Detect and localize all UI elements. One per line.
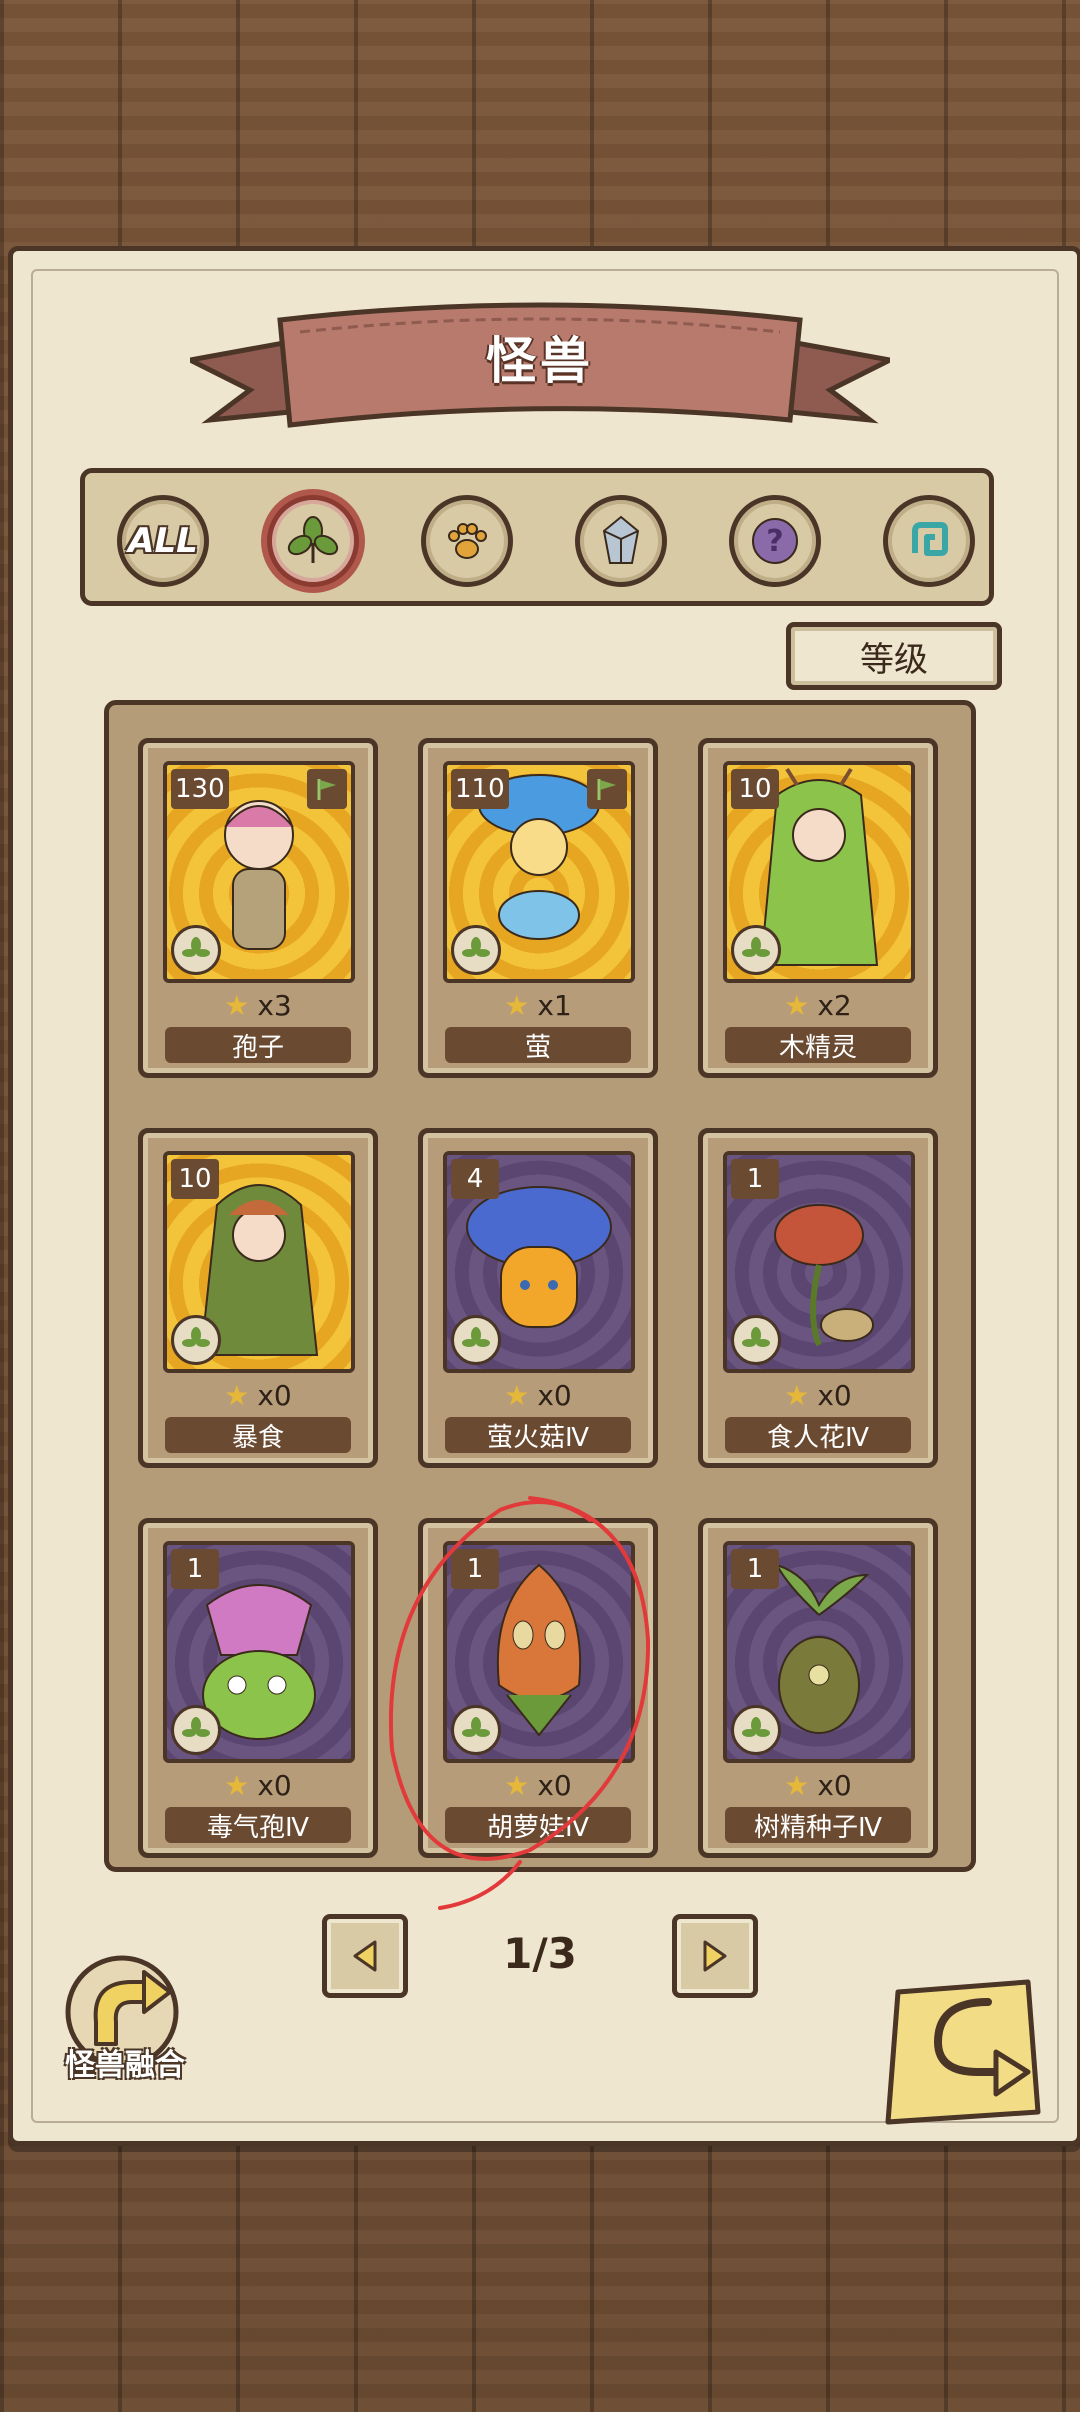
star-count-value: x0 bbox=[257, 1768, 292, 1802]
star-count-value: x0 bbox=[817, 1768, 852, 1802]
monster-card[interactable]: 1 ★ x0 胡萝娃Ⅳ bbox=[418, 1518, 658, 1858]
monster-card[interactable]: 1 ★ x0 食人花Ⅳ bbox=[698, 1128, 938, 1468]
next-page-button[interactable] bbox=[672, 1914, 758, 1998]
star-count-value: x2 bbox=[817, 988, 852, 1022]
star-count: ★ x1 bbox=[423, 987, 653, 1023]
star-icon: ★ bbox=[784, 1378, 810, 1412]
star-count: ★ x0 bbox=[423, 1767, 653, 1803]
level-badge: 130 bbox=[171, 769, 229, 809]
filter-mineral-button[interactable] bbox=[575, 495, 667, 587]
plant-type-icon bbox=[731, 1315, 781, 1365]
monster-card[interactable]: 110 ★ x1 萤 bbox=[418, 738, 658, 1078]
plant-type-icon bbox=[171, 1315, 221, 1365]
monster-card[interactable]: 10 ★ x0 暴食 bbox=[138, 1128, 378, 1468]
level-badge: 4 bbox=[451, 1159, 499, 1199]
monster-name: 萤火菇Ⅳ bbox=[445, 1417, 631, 1453]
page-indicator: 1/3 bbox=[503, 1929, 577, 1978]
filter-other-button[interactable] bbox=[883, 495, 975, 587]
star-count-value: x0 bbox=[817, 1378, 852, 1412]
monster-name: 木精灵 bbox=[725, 1027, 911, 1063]
star-icon: ★ bbox=[504, 1768, 530, 1802]
page-title: 怪兽 bbox=[486, 332, 594, 390]
plant-type-icon bbox=[171, 1705, 221, 1755]
star-count-value: x3 bbox=[257, 988, 292, 1022]
filter-unknown-button[interactable]: ? bbox=[729, 495, 821, 587]
right-arrow-icon bbox=[703, 1940, 727, 1972]
question-icon: ? bbox=[752, 518, 798, 564]
filter-all-label: ALL bbox=[128, 521, 198, 561]
monster-portrait: 10 bbox=[163, 1151, 355, 1373]
filter-all-button[interactable]: ALL bbox=[117, 495, 209, 587]
flag-icon bbox=[307, 769, 347, 809]
monster-portrait: 10 bbox=[723, 761, 915, 983]
monster-portrait: 1 bbox=[723, 1151, 915, 1373]
flag-icon bbox=[587, 769, 627, 809]
monster-card[interactable]: 1 ★ x0 树精种子Ⅳ bbox=[698, 1518, 938, 1858]
monster-name: 树精种子Ⅳ bbox=[725, 1807, 911, 1843]
monster-name: 孢子 bbox=[165, 1027, 351, 1063]
sort-by-level-button[interactable]: 等级 bbox=[786, 622, 1002, 690]
filter-plant-button[interactable] bbox=[267, 495, 359, 587]
monster-portrait: 1 bbox=[163, 1541, 355, 1763]
star-icon: ★ bbox=[784, 988, 810, 1022]
star-count-value: x0 bbox=[537, 1768, 572, 1802]
swirl-icon bbox=[912, 522, 948, 556]
monster-portrait: 1 bbox=[723, 1541, 915, 1763]
star-icon: ★ bbox=[224, 1768, 250, 1802]
star-count: ★ x0 bbox=[423, 1377, 653, 1413]
level-badge: 1 bbox=[731, 1549, 779, 1589]
star-count-value: x0 bbox=[537, 1378, 572, 1412]
monster-card[interactable]: 4 ★ x0 萤火菇Ⅳ bbox=[418, 1128, 658, 1468]
prev-page-button[interactable] bbox=[322, 1914, 408, 1998]
monster-portrait: 1 bbox=[443, 1541, 635, 1763]
star-icon: ★ bbox=[224, 988, 250, 1022]
plant-type-icon bbox=[451, 1705, 501, 1755]
level-badge: 1 bbox=[451, 1549, 499, 1589]
monster-portrait: 4 bbox=[443, 1151, 635, 1373]
paw-icon bbox=[448, 523, 487, 559]
level-badge: 1 bbox=[171, 1549, 219, 1589]
plant-type-icon bbox=[451, 1315, 501, 1365]
monster-portrait: 110 bbox=[443, 761, 635, 983]
svg-text:?: ? bbox=[766, 524, 783, 559]
plant-type-icon bbox=[731, 925, 781, 975]
monster-fusion-button[interactable]: 怪兽融合 bbox=[50, 2040, 200, 2084]
star-icon: ★ bbox=[224, 1378, 250, 1412]
plant-type-icon bbox=[731, 1705, 781, 1755]
star-count: ★ x0 bbox=[143, 1377, 373, 1413]
level-badge: 1 bbox=[731, 1159, 779, 1199]
star-count-value: x0 bbox=[257, 1378, 292, 1412]
monster-name: 毒气孢Ⅳ bbox=[165, 1807, 351, 1843]
return-button[interactable] bbox=[878, 1972, 1050, 2132]
star-icon: ★ bbox=[784, 1768, 810, 1802]
plant-type-icon bbox=[171, 925, 221, 975]
level-badge: 10 bbox=[171, 1159, 219, 1199]
level-badge: 10 bbox=[731, 769, 779, 809]
leaf-icon bbox=[287, 516, 339, 563]
monster-name: 暴食 bbox=[165, 1417, 351, 1453]
star-icon: ★ bbox=[504, 1378, 530, 1412]
plant-type-icon bbox=[451, 925, 501, 975]
star-count: ★ x0 bbox=[143, 1767, 373, 1803]
monster-card[interactable]: 130 ★ x3 孢子 bbox=[138, 738, 378, 1078]
star-count: ★ x3 bbox=[143, 987, 373, 1023]
monster-name: 萤 bbox=[445, 1027, 631, 1063]
star-icon: ★ bbox=[504, 988, 530, 1022]
star-count: ★ x2 bbox=[703, 987, 933, 1023]
monster-portrait: 130 bbox=[163, 761, 355, 983]
category-filter-bar: ALL ? bbox=[80, 468, 994, 606]
star-count: ★ x0 bbox=[703, 1767, 933, 1803]
filter-beast-button[interactable] bbox=[421, 495, 513, 587]
monster-card[interactable]: 1 ★ x0 毒气孢Ⅳ bbox=[138, 1518, 378, 1858]
level-badge: 110 bbox=[451, 769, 509, 809]
monster-name: 食人花Ⅳ bbox=[725, 1417, 911, 1453]
monster-name: 胡萝娃Ⅳ bbox=[445, 1807, 631, 1843]
crystal-icon bbox=[602, 515, 640, 564]
monster-card[interactable]: 10 ★ x2 木精灵 bbox=[698, 738, 938, 1078]
left-arrow-icon bbox=[353, 1940, 377, 1972]
star-count-value: x1 bbox=[537, 988, 572, 1022]
star-count: ★ x0 bbox=[703, 1377, 933, 1413]
